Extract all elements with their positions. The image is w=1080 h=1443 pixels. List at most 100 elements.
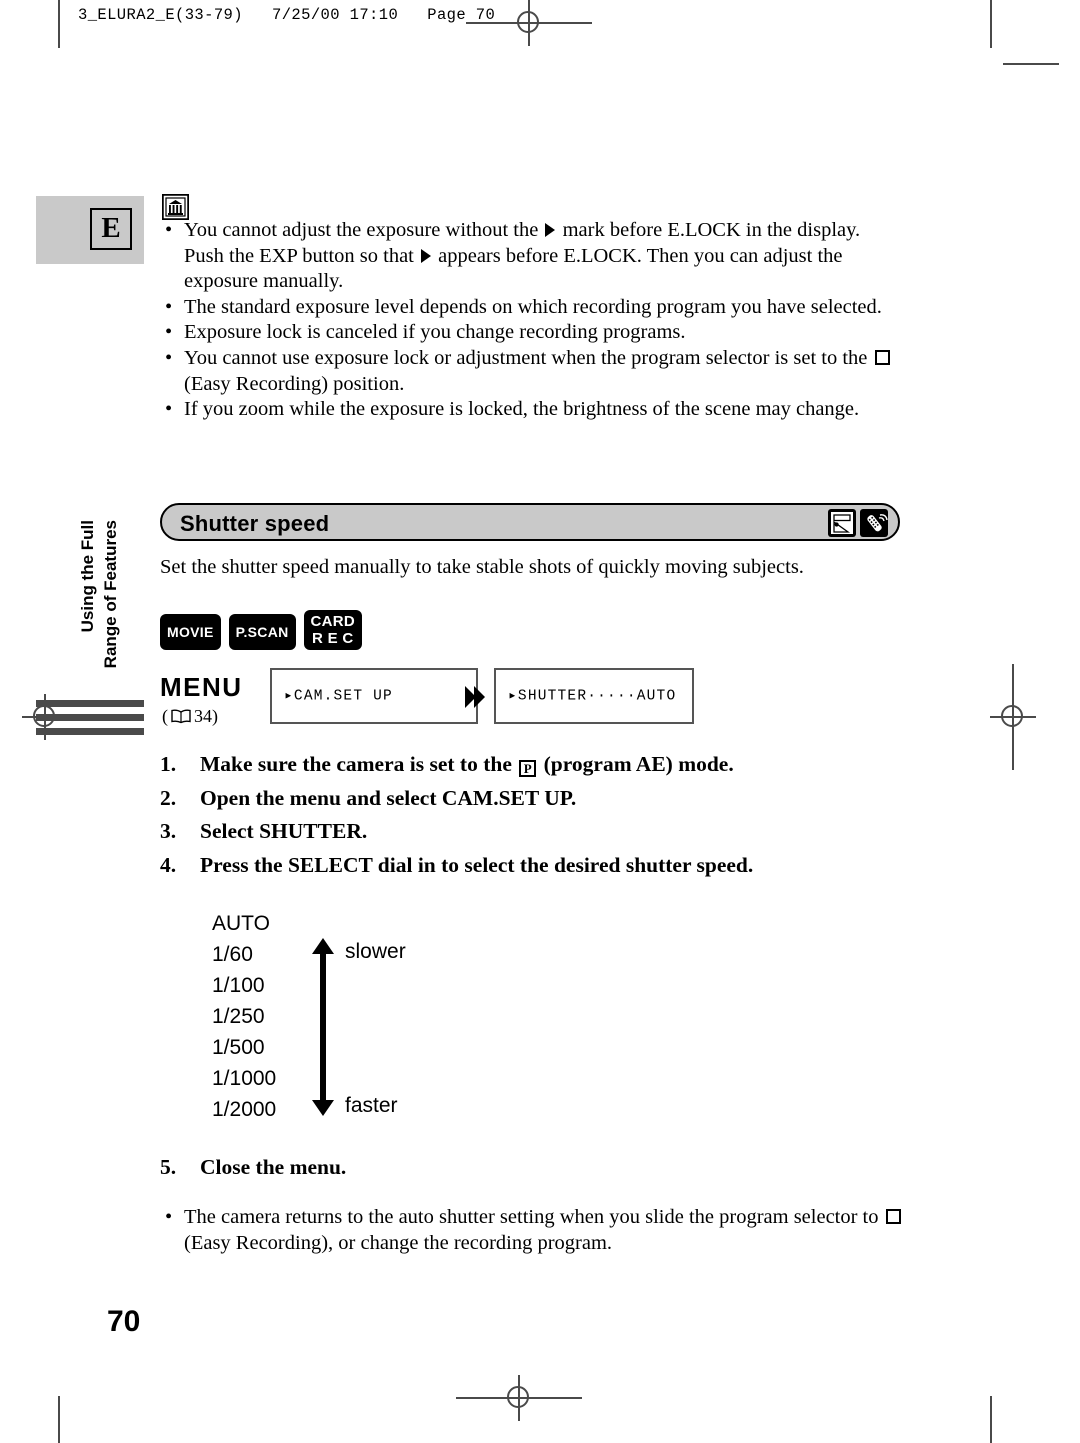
crop-mark-bottom-left-vertical: [58, 1396, 60, 1443]
program-ae-p-glyph: P: [519, 760, 537, 777]
section-intro-block: Set the shutter speed manually to take s…: [160, 554, 900, 580]
step-text: Make sure the camera is set to the P (pr…: [200, 752, 734, 777]
step-text: Select SHUTTER.: [200, 819, 367, 843]
page-number: 70: [107, 1305, 141, 1338]
text-run: The camera returns to the auto shutter s…: [184, 1206, 884, 1228]
step-number: 2.: [160, 785, 177, 810]
triangle-right-glyph: [421, 248, 431, 263]
note-icon: [161, 193, 190, 221]
bullet-text: You cannot adjust the exposure without t…: [184, 219, 860, 292]
text-run: The standard exposure level depends on w…: [184, 295, 882, 318]
crop-mark-top-left-vertical: [58, 0, 60, 48]
wireless-remote-icon: [860, 509, 888, 537]
bullet-text: The standard exposure level depends on w…: [184, 296, 882, 318]
bullet-dot: •: [165, 398, 173, 421]
bullet-dot: •: [165, 295, 173, 318]
menu-label: MENU: [160, 672, 243, 702]
bullet-text: You cannot use exposure lock or adjustme…: [184, 347, 892, 395]
bullet-text: The camera returns to the auto shutter s…: [184, 1206, 903, 1254]
mode-badge-group: MOVIE P.SCAN CARD R E C: [160, 610, 363, 650]
section-intro-text: Set the shutter speed manually to take s…: [160, 556, 804, 578]
text-run: Press the SELECT dial in to select the d…: [200, 852, 754, 877]
step-text: Press the SELECT dial in to select the d…: [200, 853, 753, 877]
crop-mark-bottom-right-vertical: [990, 1396, 992, 1443]
chapter-letter: E: [90, 208, 132, 250]
numbered-step-list: 1. Make sure the camera is set to the P (…: [160, 748, 905, 882]
text-run: Make sure the camera is set to the: [200, 752, 518, 776]
text-run: Select SHUTTER.: [200, 819, 368, 843]
square-glyph: [874, 349, 890, 365]
step-text: Close the menu.: [200, 1155, 347, 1179]
side-tab-label-line1: Using the Full: [78, 520, 97, 633]
step-number: 3.: [160, 819, 177, 843]
registration-mark-bottom: [456, 1375, 582, 1421]
registration-mark-top: [466, 0, 592, 46]
numbered-step: 1. Make sure the camera is set to the P (…: [160, 748, 905, 782]
bullet-dot: •: [165, 1206, 173, 1228]
shutter-speed-value: 1/500: [212, 1036, 265, 1059]
registration-mark-ring: [507, 1386, 529, 1408]
bullet-dot: •: [165, 219, 173, 241]
text-run: (program AE) mode.: [538, 752, 734, 776]
bullet-item: • Exposure lock is canceled if you change…: [160, 320, 900, 346]
text-run: Open the menu and select CAM.SET UP.: [200, 785, 577, 810]
step-number: 4.: [160, 852, 177, 877]
bullet-item: • You cannot use exposure lock or adjustm…: [160, 346, 900, 397]
registration-mark-ring: [1001, 705, 1023, 727]
numbered-step: 2. Open the menu and select CAM.SET UP.: [160, 782, 905, 816]
print-slug: 3_ELURA2_E(33-79) 7/25/00 17:10 Page 70: [78, 6, 496, 24]
bullet-text: Exposure lock is canceled if you change …: [184, 321, 686, 343]
text-run: If you zoom while the exposure is locked…: [184, 398, 860, 421]
shutter-speed-value: 1/1000: [212, 1067, 277, 1090]
numbered-step: 4. Press the SELECT dial in to select the…: [160, 849, 905, 883]
bullet-dot: •: [165, 321, 173, 344]
notes-block: • You cannot adjust the exposure without …: [160, 193, 900, 423]
text-run: Exposure lock is canceled if you change …: [184, 321, 686, 344]
bullet-item: • The standard exposure level depends on …: [160, 295, 900, 321]
menu-page-reference: (34): [162, 706, 218, 727]
menu-screen-cam-set-up: ▸CAM.SET UP: [270, 668, 478, 724]
bullet-item: • The camera returns to the auto shutter …: [160, 1205, 905, 1256]
menu-screen-cam-set-up-text: ▸CAM.SET UP: [284, 688, 393, 705]
shutter-speed-value: 1/100: [212, 974, 265, 997]
text-run: You cannot adjust the exposure without t…: [184, 219, 544, 241]
menu-screen-shutter-text: ▸SHUTTER·····AUTO: [508, 688, 677, 705]
step-number: 1.: [160, 752, 177, 776]
registration-mark-right: [990, 664, 1036, 770]
text-run: (Easy Recording) position.: [184, 372, 405, 395]
mode-badge-line: CARD: [310, 613, 356, 630]
arrow-head-down: [312, 1100, 334, 1116]
section-title: Shutter speed: [180, 511, 330, 536]
closing-notes-block: • The camera returns to the auto shutter …: [160, 1205, 905, 1256]
double-headed-vertical-arrow-icon: [312, 938, 334, 1116]
open-book-icon: [171, 708, 191, 724]
bullet-item: • If you zoom while the exposure is locke…: [160, 397, 900, 423]
arrow-label-slower: slower: [345, 940, 406, 963]
camera-viewfinder-icon: [828, 509, 856, 537]
menu-screen-shutter: ▸SHUTTER·····AUTO: [494, 668, 694, 724]
arrow-shaft: [320, 948, 326, 1106]
menu-ref-open-paren: (: [162, 706, 168, 726]
text-run: You cannot use exposure lock or adjustme…: [184, 346, 873, 369]
crop-mark-top-right-vertical: [990, 0, 992, 48]
section-header-bar: Shutter speed: [160, 503, 900, 541]
mode-badge-line: MOVIE: [167, 624, 214, 640]
square-glyph: [885, 1209, 901, 1224]
closing-bullet-list: • The camera returns to the auto shutter …: [160, 1205, 905, 1256]
mode-badge-line: P.SCAN: [235, 624, 289, 640]
mode-badge-movie: MOVIE: [160, 614, 221, 650]
mode-badge-line: R E C: [312, 630, 354, 647]
triangle-right-glyph: [545, 223, 556, 237]
mode-badge-card-rec: CARD R E C: [303, 610, 363, 650]
step-text: Open the menu and select CAM.SET UP.: [200, 786, 576, 810]
chapter-tab: E: [36, 196, 144, 264]
menu-ref-page: 34: [194, 706, 212, 726]
shutter-speed-value: 1/60: [212, 943, 253, 966]
step-number: 5.: [160, 1155, 177, 1179]
crop-mark-top-right-horizontal: [1003, 63, 1059, 65]
section-badge-group: [828, 509, 888, 537]
bullet-dot: •: [165, 346, 173, 369]
shutter-speed-value: 1/250: [212, 1005, 265, 1028]
notes-bullet-list: • You cannot adjust the exposure without …: [160, 218, 900, 423]
double-chevron-right-icon: [462, 684, 488, 710]
